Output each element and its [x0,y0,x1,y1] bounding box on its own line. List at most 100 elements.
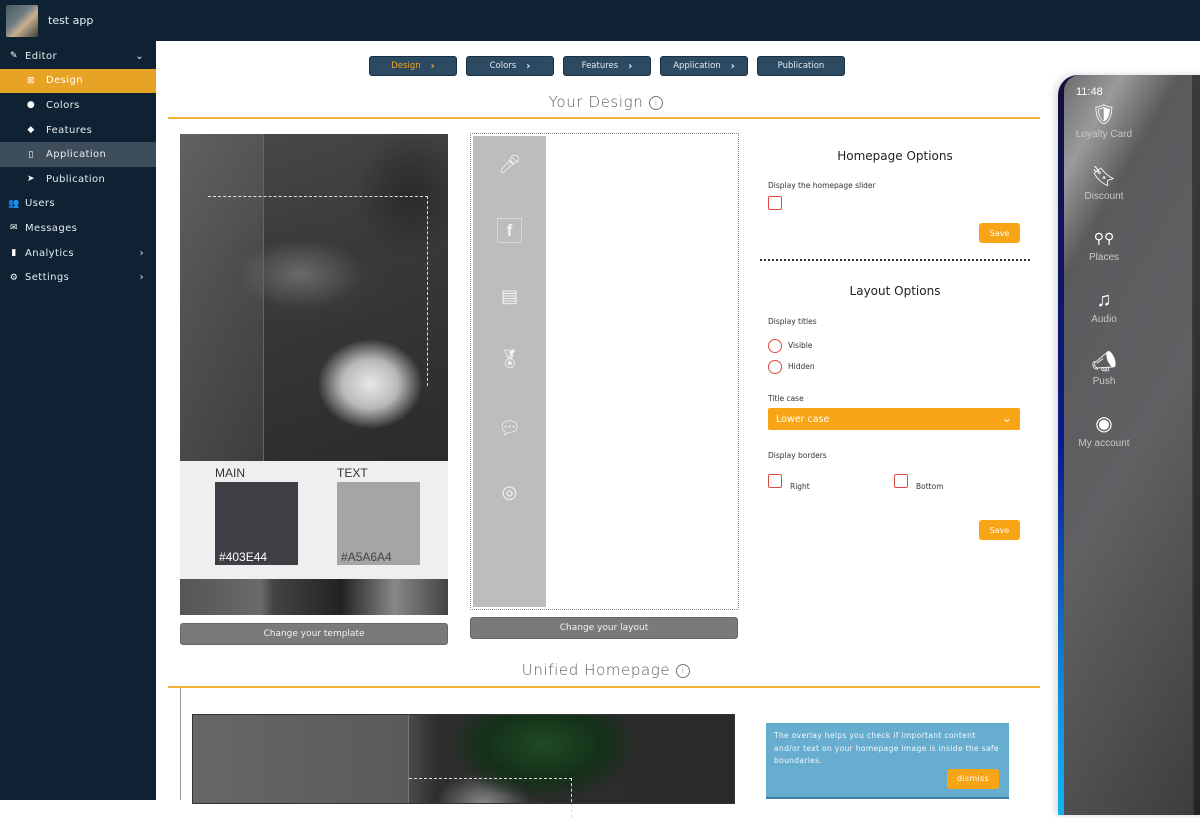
main-color-value: #403E44 [219,550,268,564]
users-icon: 👥 [8,198,20,209]
map-pins-icon: ⚲⚲ [1093,230,1115,246]
sidebar-item-colors[interactable]: ● Colors [0,93,156,118]
user-settings-icon: ◎ [501,482,518,503]
main-color-label: MAIN [215,466,245,480]
layout-sidebar: 🎤︎ f ▤ 🏅︎ 💬︎ ◎ [473,136,546,607]
sidebar-item-design[interactable]: ⊠ Design [0,68,156,94]
bookmark-star-icon: 🔖︎ [1091,166,1117,188]
section-divider [168,686,1040,688]
section-title-text: Your Design [548,93,644,111]
info-icon[interactable]: i [649,96,664,110]
safe-boundary-overlay [208,196,428,386]
chevron-right-icon: › [526,60,531,72]
hidden-radio[interactable] [768,360,782,374]
display-borders-label: Display borders [768,451,827,460]
dismiss-button[interactable]: dismiss [947,769,999,789]
phone-menu-label: Places [1088,252,1119,263]
main-color-swatch[interactable]: #403E44 [215,482,298,565]
sidebar-item-messages[interactable]: ✉ Messages [0,216,156,241]
step-features[interactable]: Features › [563,56,651,76]
phone-menu-label: My account [1078,438,1130,449]
phone-menu-label: Push [1092,376,1116,387]
homepage-slider-checkbox[interactable] [768,196,782,210]
step-colors[interactable]: Colors › [466,56,554,76]
change-layout-button[interactable]: Change your layout [470,617,738,639]
palette-icon: ● [26,100,36,111]
overlay-tip: The overlay helps you check if important… [766,723,1009,799]
options-divider [760,259,1030,261]
chart-icon: ▮ [11,248,17,259]
visible-radio[interactable] [768,339,782,353]
phone-preview: 11:48 🛡︎ Loyalty Card 🔖︎ Discount ⚲⚲ Pla… [1058,75,1200,815]
microphone-icon: 🎤︎ [498,154,521,175]
form-icon: ▤ [500,286,518,307]
envelope-icon: ✉ [10,223,18,234]
sidebar-item-application[interactable]: ▯ Application [0,142,156,167]
sidebar: ✎ Editor ⌄ ⊠ Design ● Colors ◆ Features … [0,41,156,800]
sidebar-item-editor[interactable]: ✎ Editor ⌄ [0,44,156,69]
sidebar-item-label: Editor [25,50,57,62]
chevron-right-icon: › [139,272,144,284]
sidebar-item-settings[interactable]: ⚙ Settings › [0,265,156,290]
step-label: Publication [777,61,825,71]
step-application[interactable]: Application › [660,56,748,76]
sidebar-item-analytics[interactable]: ▮ Analytics › [0,241,156,266]
layout-save-button[interactable]: Save [979,520,1020,540]
section-title-text: Unified Homepage [521,661,671,679]
sidebar-item-label: Features [46,124,93,136]
tip-text: The overlay helps you check if important… [774,731,999,765]
facebook-icon: f [473,218,546,243]
mobile-icon: ▯ [28,149,34,160]
sidebar-item-label: Analytics [25,247,75,259]
title-case-select[interactable]: Lower case ⌄ [768,408,1020,430]
text-color-value: #A5A6A4 [341,550,392,564]
step-label: Application [673,61,721,71]
phone-menu-item[interactable]: 🛡︎ Loyalty Card [1064,103,1144,140]
text-color-label: TEXT [337,466,368,480]
sidebar-item-label: Colors [46,99,80,111]
cube-icon: ◆ [27,125,35,136]
display-titles-label: Display titles [768,317,817,326]
app-avatar[interactable] [6,4,38,37]
step-publication[interactable]: Publication [757,56,845,76]
slider-label: Display the homepage slider [768,181,876,190]
border-bottom-checkbox[interactable] [894,474,908,488]
chevron-down-icon: ⌄ [1001,411,1012,425]
phone-menu-item[interactable]: ♫ Audio [1064,288,1144,325]
phone-menu-item[interactable]: ◉ My account [1064,412,1144,449]
app-name: test app [48,14,94,27]
template-photo-bottom [180,579,448,615]
safe-boundary-overlay [409,778,572,818]
phone-menu-item[interactable]: 📣︎ Push [1064,350,1144,387]
border-right-checkbox[interactable] [768,474,782,488]
phone-menu-label: Discount [1084,191,1124,202]
chevron-right-icon: › [628,60,633,72]
info-icon[interactable]: i [676,664,691,678]
chevron-right-icon: › [139,247,144,259]
homepage-options-title: Homepage Options [837,149,953,163]
sidebar-item-publication[interactable]: ➤ Publication [0,167,156,192]
main-content: Design › Colors › Features › Application… [156,41,1056,818]
vertical-rule [180,688,181,800]
visible-label: Visible [788,341,813,350]
phone-menu-item[interactable]: ⚲⚲ Places [1064,226,1144,263]
text-color-swatch[interactable]: #A5A6A4 [337,482,420,565]
sidebar-item-users[interactable]: 👥 Users [0,192,156,217]
medal-icon: 🏅︎ [498,349,521,370]
phone-content [1194,75,1200,815]
step-navigation: Design › Colors › Features › Application… [369,56,845,76]
phone-menu-item[interactable]: 🔖︎ Discount [1064,165,1144,202]
border-bottom-label: Bottom [916,482,944,491]
hidden-label: Hidden [788,362,815,371]
sidebar-item-features[interactable]: ◆ Features [0,118,156,143]
title-case-value: Lower case [776,413,830,425]
step-label: Colors [489,61,517,71]
chevron-down-icon: ⌄ [135,50,144,62]
change-template-button[interactable]: Change your template [180,623,448,645]
homepage-image-preview [192,714,735,818]
shield-check-icon: 🛡︎ [1091,104,1117,126]
step-design[interactable]: Design › [369,56,457,76]
your-design-title: Your Design i [156,93,1056,111]
phone-time: 11:48 [1076,86,1103,98]
homepage-save-button[interactable]: Save [979,223,1020,243]
